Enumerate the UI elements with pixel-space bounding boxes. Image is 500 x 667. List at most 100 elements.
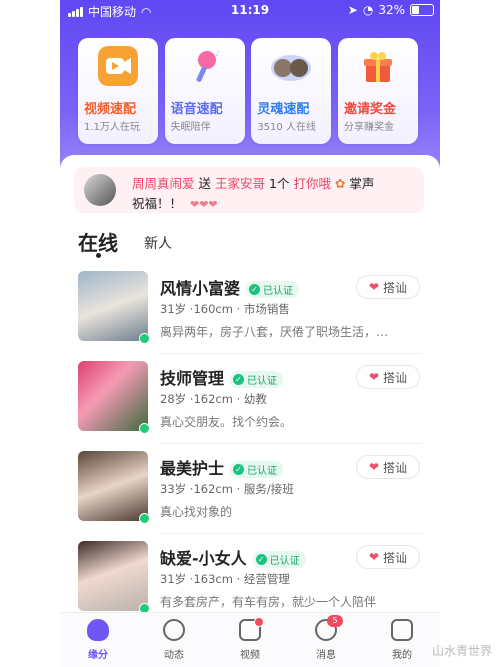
profile-icon xyxy=(391,619,413,641)
quick-action-title: 视频速配 xyxy=(84,102,137,117)
gift-box-icon xyxy=(358,46,398,86)
chat-bubble-icon: 5 xyxy=(315,615,343,641)
user-name-text: 缺爱-小女人 xyxy=(160,549,247,568)
watermark-text: 山水青世界 xyxy=(431,644,492,658)
quick-action-title: 邀请奖金 xyxy=(343,102,396,117)
user-photo[interactable] xyxy=(78,451,148,521)
page: 中国移动 ◠ 11:19 ➤ ◔ 32% 视频速配 1.1万人在玩 ♪ 语音速配… xyxy=(0,0,500,667)
row-divider xyxy=(160,353,422,354)
heart-icon: ❤ xyxy=(368,370,380,384)
nav-moments[interactable]: 动态 xyxy=(144,619,204,661)
heart-icon: ❤ xyxy=(368,550,380,564)
sender-avatar xyxy=(84,174,116,206)
location-icon: ➤ xyxy=(347,3,358,17)
tab-new[interactable]: 新人 xyxy=(144,233,172,253)
verified-label: 已认证 xyxy=(247,466,278,477)
user-name: 最美护士 ✓ 已认证 xyxy=(160,455,284,479)
greet-label: 搭讪 xyxy=(383,550,408,565)
user-bio: 有多套房产，有车有房，就少一个人陪伴 xyxy=(160,595,377,609)
nav-label: 动态 xyxy=(164,650,184,661)
user-photo[interactable] xyxy=(78,361,148,431)
online-status-dot xyxy=(139,423,150,434)
active-tab-indicator xyxy=(96,253,101,258)
user-name-text: 风情小富婆 xyxy=(160,279,241,298)
nav-label: 我的 xyxy=(392,650,412,661)
bottom-nav: 缘分 动态 视频 5 消息 我的 xyxy=(60,612,440,667)
quick-action-soul-match[interactable]: 灵魂速配 3510 人在线 xyxy=(251,38,332,144)
nav-profile[interactable]: 我的 xyxy=(372,619,432,661)
message-count-badge: 5 xyxy=(327,615,343,627)
list-tabs: 在线 新人 xyxy=(78,227,418,261)
lock-rotation-icon: ◔ xyxy=(362,3,374,17)
quick-action-title: 语音速配 xyxy=(170,102,223,117)
greet-button[interactable]: ❤ 搭讪 xyxy=(356,275,420,299)
user-photo[interactable] xyxy=(78,271,148,341)
verified-badge: ✓ 已认证 xyxy=(230,371,284,388)
nav-label: 缘分 xyxy=(88,650,108,661)
user-name: 风情小富婆 ✓ 已认证 xyxy=(160,275,300,299)
user-name: 缺爱-小女人 ✓ 已认证 xyxy=(160,545,306,569)
user-bio: 真心找对象的 xyxy=(160,505,233,519)
greet-label: 搭讪 xyxy=(383,370,408,385)
quick-action-video-match[interactable]: 视频速配 1.1万人在玩 xyxy=(78,38,158,144)
check-icon: ✓ xyxy=(233,374,245,385)
quick-action-subtitle: 1.1万人在玩 xyxy=(84,122,140,133)
avatar-pair-icon xyxy=(271,46,312,86)
list-item[interactable]: 风情小富婆 ✓ 已认证 31岁 ·160cm · 市场销售 离异两年，房子八套，厌倦… xyxy=(78,271,420,347)
gift-receiver: 王家安哥 xyxy=(215,176,266,191)
greet-label: 搭讪 xyxy=(383,460,408,475)
verified-badge: ✓ 已认证 xyxy=(230,461,284,478)
battery-percent: 32% xyxy=(378,3,405,17)
greet-button[interactable]: ❤ 搭讪 xyxy=(356,455,420,479)
gift-item-icon: ✿ xyxy=(334,176,346,191)
quick-action-subtitle: 失眠陪伴 xyxy=(170,122,211,133)
verified-badge: ✓ 已认证 xyxy=(252,551,306,568)
gift-line-2: 祝福！！ ❤❤❤ xyxy=(132,193,218,212)
user-name: 技师管理 ✓ 已认证 xyxy=(160,365,284,389)
list-item[interactable]: 缺爱-小女人 ✓ 已认证 31岁 ·163cm · 经营管理 有多套房产，有车有房，… xyxy=(78,541,420,617)
user-name-text: 技师管理 xyxy=(160,369,225,388)
gift-broadcast-banner[interactable]: 周周真闹爱 送 王家安哥 1个 打你哦 ✿ 掌声 祝福！！ ❤❤❤ xyxy=(74,167,424,213)
online-status-dot xyxy=(139,333,150,344)
heart-icon: ❤ xyxy=(368,280,380,294)
check-icon: ✓ xyxy=(249,284,261,295)
list-item[interactable]: 技师管理 ✓ 已认证 28岁 ·162cm · 幼教 真心交朋友。找个约会。 ❤ 搭讪 xyxy=(78,361,420,437)
status-right: ➤ ◔ 32% xyxy=(348,3,434,17)
row-divider xyxy=(160,533,422,534)
quick-action-invite-bonus[interactable]: 邀请奖金 分享赚奖金 xyxy=(337,38,418,144)
nav-fate[interactable]: 缘分 xyxy=(68,619,128,661)
gift-line1-suffix: 掌声 xyxy=(349,176,375,191)
gift-sender: 周周真闹爱 xyxy=(132,176,195,191)
greet-button[interactable]: ❤ 搭讪 xyxy=(356,545,420,569)
gift-verb: 送 xyxy=(198,176,212,191)
list-item[interactable]: 最美护士 ✓ 已认证 33岁 ·162cm · 服务/接班 真心找对象的 ❤ 搭讪 xyxy=(78,451,420,527)
quick-action-subtitle: 分享赚奖金 xyxy=(343,122,394,133)
phone-screen: 中国移动 ◠ 11:19 ➤ ◔ 32% 视频速配 1.1万人在玩 ♪ 语音速配… xyxy=(60,0,440,667)
gift-count: 1个 xyxy=(269,176,290,191)
quick-action-subtitle: 3510 人在线 xyxy=(257,122,316,133)
user-bio: 离异两年，房子八套，厌倦了职场生活，… xyxy=(160,325,389,339)
compass-icon xyxy=(163,619,185,641)
user-name-text: 最美护士 xyxy=(160,459,225,478)
gift-line-1: 周周真闹爱 送 王家安哥 1个 打你哦 ✿ 掌声 xyxy=(132,173,374,192)
verified-label: 已认证 xyxy=(269,556,300,567)
check-icon: ✓ xyxy=(233,464,245,475)
gift-blessing: 祝福！！ xyxy=(132,196,183,211)
hearts-icon: ❤❤❤ xyxy=(190,198,218,211)
heart-icon: ❤ xyxy=(368,460,380,474)
video-icon xyxy=(239,617,264,641)
nav-video[interactable]: 视频 xyxy=(220,617,280,661)
verified-label: 已认证 xyxy=(263,286,294,297)
tab-online[interactable]: 在线 xyxy=(78,227,118,256)
user-photo[interactable] xyxy=(78,541,148,611)
greet-button[interactable]: ❤ 搭讪 xyxy=(356,365,420,389)
heart-icon xyxy=(87,619,109,641)
user-meta: 31岁 ·160cm · 市场销售 xyxy=(160,302,290,316)
quick-action-voice-match[interactable]: ♪ 语音速配 失眠陪伴 xyxy=(164,38,245,144)
greet-label: 搭讪 xyxy=(383,280,408,295)
quick-action-title: 灵魂速配 xyxy=(257,102,310,117)
svg-text:♪: ♪ xyxy=(215,49,220,58)
online-status-dot xyxy=(139,513,150,524)
nav-messages[interactable]: 5 消息 xyxy=(296,615,356,661)
main-content: 周周真闹爱 送 王家安哥 1个 打你哦 ✿ 掌声 祝福！！ ❤❤❤ 在线 新人 xyxy=(60,155,440,614)
